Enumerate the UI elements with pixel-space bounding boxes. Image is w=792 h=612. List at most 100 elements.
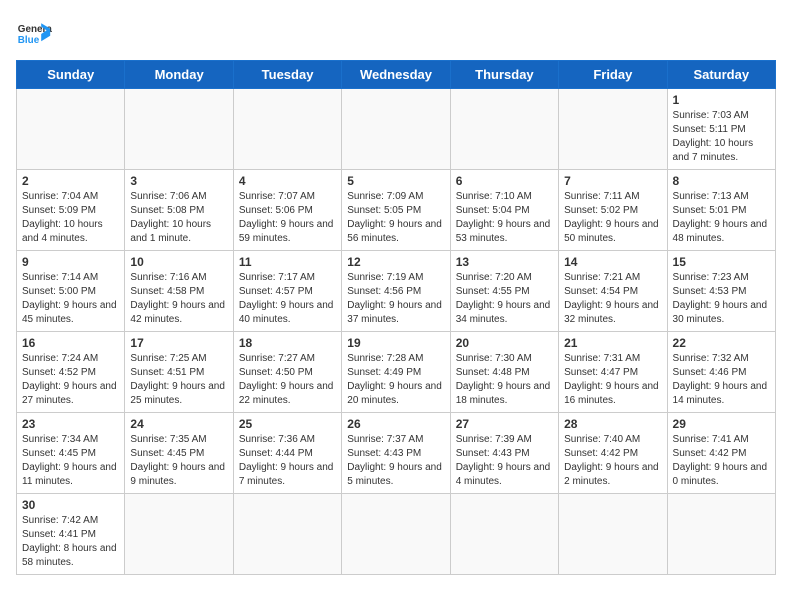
day-info: Sunrise: 7:40 AM Sunset: 4:42 PM Dayligh… xyxy=(564,433,661,489)
calendar-cell xyxy=(233,89,341,170)
calendar-cell: 27 Sunrise: 7:39 AM Sunset: 4:43 PM Dayli… xyxy=(450,413,558,494)
day-number: 9 xyxy=(22,255,119,269)
day-info: Sunrise: 7:17 AM Sunset: 4:57 PM Dayligh… xyxy=(239,271,336,327)
weekday-header-sunday: Sunday xyxy=(17,61,125,89)
calendar-cell: 15Sunrise: 7:23 AM Sunset: 4:53 PM Dayli… xyxy=(667,251,775,332)
calendar-cell xyxy=(559,494,667,575)
day-number: 26 xyxy=(347,417,444,431)
calendar-cell: 9Sunrise: 7:14 AM Sunset: 5:00 PM Daylig… xyxy=(17,251,125,332)
day-number: 11 xyxy=(239,255,336,269)
calendar-cell: 6 Sunrise: 7:10 AM Sunset: 5:04 PM Daylig… xyxy=(450,170,558,251)
calendar-cell: 3Sunrise: 7:06 AM Sunset: 5:08 PM Daylig… xyxy=(125,170,233,251)
weekday-header-monday: Monday xyxy=(125,61,233,89)
day-info: Sunrise: 7:11 AM Sunset: 5:02 PM Dayligh… xyxy=(564,190,661,246)
calendar-cell: 4 Sunrise: 7:07 AM Sunset: 5:06 PM Daylig… xyxy=(233,170,341,251)
day-number: 29 xyxy=(673,417,770,431)
calendar-cell: 26 Sunrise: 7:37 AM Sunset: 4:43 PM Dayli… xyxy=(342,413,450,494)
weekday-header-friday: Friday xyxy=(559,61,667,89)
calendar-cell: 5 Sunrise: 7:09 AM Sunset: 5:05 PM Daylig… xyxy=(342,170,450,251)
day-number: 19 xyxy=(347,336,444,350)
calendar-cell: 22 Sunrise: 7:32 AM Sunset: 4:46 PM Dayli… xyxy=(667,332,775,413)
day-info: Sunrise: 7:31 AM Sunset: 4:47 PM Dayligh… xyxy=(564,352,661,408)
calendar-cell: 30 Sunrise: 7:42 AM Sunset: 4:41 PM Dayli… xyxy=(17,494,125,575)
day-number: 14 xyxy=(564,255,661,269)
calendar-cell xyxy=(450,89,558,170)
day-number: 5 xyxy=(347,174,444,188)
calendar-cell: 2Sunrise: 7:04 AM Sunset: 5:09 PM Daylig… xyxy=(17,170,125,251)
weekday-header-saturday: Saturday xyxy=(667,61,775,89)
generalblue-logo-icon: General Blue xyxy=(16,16,52,52)
day-number: 8 xyxy=(673,174,770,188)
day-number: 28 xyxy=(564,417,661,431)
calendar-cell: 18 Sunrise: 7:27 AM Sunset: 4:50 PM Dayli… xyxy=(233,332,341,413)
day-number: 24 xyxy=(130,417,227,431)
calendar-cell: 12Sunrise: 7:19 AM Sunset: 4:56 PM Dayli… xyxy=(342,251,450,332)
day-info: Sunrise: 7:30 AM Sunset: 4:48 PM Dayligh… xyxy=(456,352,553,408)
day-info: Sunrise: 7:32 AM Sunset: 4:46 PM Dayligh… xyxy=(673,352,770,408)
calendar-cell xyxy=(450,494,558,575)
calendar-cell xyxy=(125,494,233,575)
day-number: 4 xyxy=(239,174,336,188)
day-number: 23 xyxy=(22,417,119,431)
day-number: 27 xyxy=(456,417,553,431)
day-info: Sunrise: 7:41 AM Sunset: 4:42 PM Dayligh… xyxy=(673,433,770,489)
calendar-cell: 17Sunrise: 7:25 AM Sunset: 4:51 PM Dayli… xyxy=(125,332,233,413)
day-number: 13 xyxy=(456,255,553,269)
calendar-cell xyxy=(667,494,775,575)
weekday-header-tuesday: Tuesday xyxy=(233,61,341,89)
day-info: Sunrise: 7:23 AM Sunset: 4:53 PM Dayligh… xyxy=(673,271,770,327)
day-info: Sunrise: 7:10 AM Sunset: 5:04 PM Dayligh… xyxy=(456,190,553,246)
calendar-cell: 16 Sunrise: 7:24 AM Sunset: 4:52 PM Dayli… xyxy=(17,332,125,413)
day-info: Sunrise: 7:42 AM Sunset: 4:41 PM Dayligh… xyxy=(22,514,119,570)
day-number: 17 xyxy=(130,336,227,350)
calendar-cell xyxy=(125,89,233,170)
day-info: Sunrise: 7:34 AM Sunset: 4:45 PM Dayligh… xyxy=(22,433,119,489)
calendar-cell: 24Sunrise: 7:35 AM Sunset: 4:45 PM Dayli… xyxy=(125,413,233,494)
calendar-cell: 1 Sunrise: 7:03 AM Sunset: 5:11 PM Daylig… xyxy=(667,89,775,170)
day-number: 10 xyxy=(130,255,227,269)
day-number: 20 xyxy=(456,336,553,350)
calendar-cell: 13 Sunrise: 7:20 AM Sunset: 4:55 PM Dayli… xyxy=(450,251,558,332)
day-info: Sunrise: 7:28 AM Sunset: 4:49 PM Dayligh… xyxy=(347,352,444,408)
day-number: 22 xyxy=(673,336,770,350)
day-info: Sunrise: 7:24 AM Sunset: 4:52 PM Dayligh… xyxy=(22,352,119,408)
day-number: 16 xyxy=(22,336,119,350)
calendar-cell: 21 Sunrise: 7:31 AM Sunset: 4:47 PM Dayli… xyxy=(559,332,667,413)
weekday-header-thursday: Thursday xyxy=(450,61,558,89)
calendar-cell: 11 Sunrise: 7:17 AM Sunset: 4:57 PM Dayli… xyxy=(233,251,341,332)
svg-text:Blue: Blue xyxy=(18,35,40,46)
day-info: Sunrise: 7:37 AM Sunset: 4:43 PM Dayligh… xyxy=(347,433,444,489)
day-number: 1 xyxy=(673,93,770,107)
day-number: 18 xyxy=(239,336,336,350)
day-info: Sunrise: 7:07 AM Sunset: 5:06 PM Dayligh… xyxy=(239,190,336,246)
calendar-table: SundayMondayTuesdayWednesdayThursdayFrid… xyxy=(16,60,776,575)
day-number: 21 xyxy=(564,336,661,350)
calendar-cell: 7 Sunrise: 7:11 AM Sunset: 5:02 PM Daylig… xyxy=(559,170,667,251)
day-info: Sunrise: 7:09 AM Sunset: 5:05 PM Dayligh… xyxy=(347,190,444,246)
day-info: Sunrise: 7:27 AM Sunset: 4:50 PM Dayligh… xyxy=(239,352,336,408)
day-number: 30 xyxy=(22,498,119,512)
day-info: Sunrise: 7:16 AM Sunset: 4:58 PM Dayligh… xyxy=(130,271,227,327)
calendar-cell: 20 Sunrise: 7:30 AM Sunset: 4:48 PM Dayli… xyxy=(450,332,558,413)
day-info: Sunrise: 7:03 AM Sunset: 5:11 PM Dayligh… xyxy=(673,109,770,165)
calendar-cell xyxy=(342,89,450,170)
weekday-header-wednesday: Wednesday xyxy=(342,61,450,89)
calendar-cell: 25Sunrise: 7:36 AM Sunset: 4:44 PM Dayli… xyxy=(233,413,341,494)
logo: General Blue xyxy=(16,16,52,52)
day-number: 7 xyxy=(564,174,661,188)
day-info: Sunrise: 7:13 AM Sunset: 5:01 PM Dayligh… xyxy=(673,190,770,246)
calendar-cell xyxy=(17,89,125,170)
day-number: 3 xyxy=(130,174,227,188)
calendar-cell: 28 Sunrise: 7:40 AM Sunset: 4:42 PM Dayli… xyxy=(559,413,667,494)
page-header: General Blue xyxy=(16,16,776,52)
calendar-cell: 10 Sunrise: 7:16 AM Sunset: 4:58 PM Dayli… xyxy=(125,251,233,332)
day-info: Sunrise: 7:19 AM Sunset: 4:56 PM Dayligh… xyxy=(347,271,444,327)
day-info: Sunrise: 7:20 AM Sunset: 4:55 PM Dayligh… xyxy=(456,271,553,327)
calendar-cell: 23 Sunrise: 7:34 AM Sunset: 4:45 PM Dayli… xyxy=(17,413,125,494)
day-number: 2 xyxy=(22,174,119,188)
day-info: Sunrise: 7:39 AM Sunset: 4:43 PM Dayligh… xyxy=(456,433,553,489)
calendar-cell: 8 Sunrise: 7:13 AM Sunset: 5:01 PM Daylig… xyxy=(667,170,775,251)
calendar-cell xyxy=(342,494,450,575)
day-number: 25 xyxy=(239,417,336,431)
day-number: 6 xyxy=(456,174,553,188)
